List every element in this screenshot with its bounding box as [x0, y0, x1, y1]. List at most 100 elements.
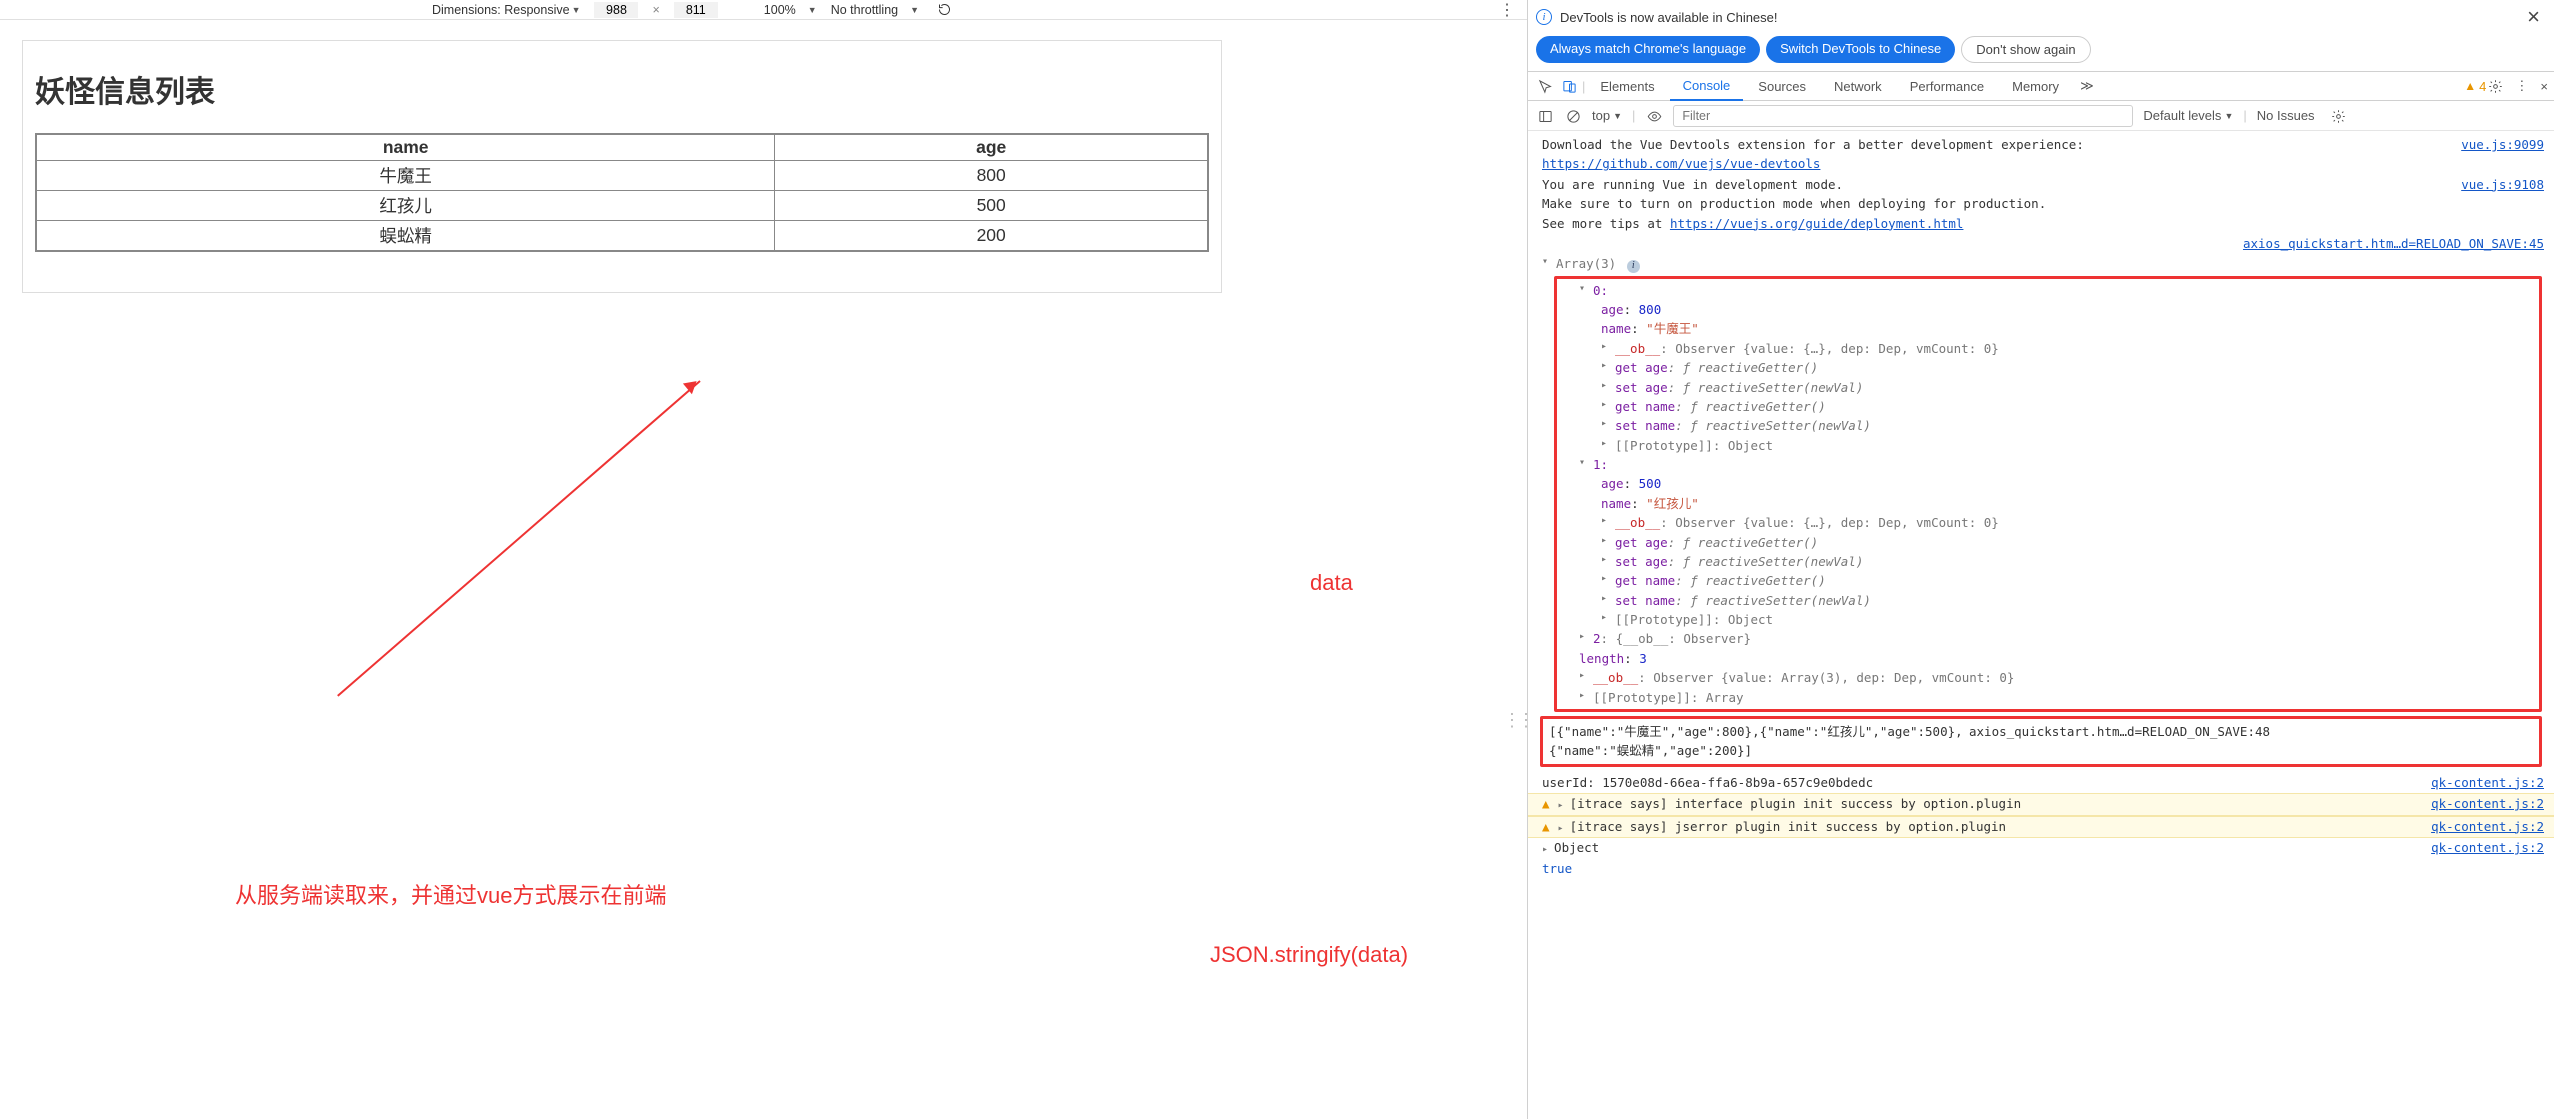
warning-icon: ▲ — [1542, 794, 1550, 814]
tree-node[interactable]: 1: — [1579, 455, 2539, 474]
log-message: true — [1542, 859, 2544, 878]
warning-icon: ▲ — [1542, 817, 1550, 837]
inspect-icon[interactable] — [1534, 78, 1556, 95]
kebab-icon[interactable]: ⋮ — [2515, 78, 2528, 94]
tab-console[interactable]: Console — [1670, 72, 1744, 101]
chevron-down-icon: ▼ — [808, 5, 817, 15]
source-link[interactable]: vue.js:9099 — [2461, 135, 2544, 174]
tree-node[interactable]: [[Prototype]]: Object — [1601, 610, 2539, 629]
chip-switch-chinese[interactable]: Switch DevTools to Chinese — [1766, 36, 1955, 63]
tree-node[interactable]: [[Prototype]]: Object — [1601, 436, 2539, 455]
console-output[interactable]: Download the Vue Devtools extension for … — [1528, 131, 2554, 1119]
info-icon: i — [1627, 260, 1640, 273]
log-link[interactable]: https://vuejs.org/guide/deployment.html — [1670, 216, 1964, 231]
log-message: Download the Vue Devtools extension for … — [1542, 135, 2453, 174]
tree-node[interactable]: get age: ƒ reactiveGetter() — [1601, 533, 2539, 552]
console-toolbar: top▼ | Default levels▼ | No Issues — [1528, 101, 2554, 131]
tabs-overflow-icon[interactable]: ≫ — [2074, 78, 2100, 94]
tree-node[interactable]: 2: {__ob__: Observer} — [1579, 629, 2539, 648]
tree-node[interactable]: set name: ƒ reactiveSetter(newVal) — [1601, 416, 2539, 435]
tab-sources[interactable]: Sources — [1745, 73, 1819, 100]
tree-leaf: name: "红孩儿" — [1601, 494, 2539, 513]
annotation-text: 从服务端读取来，并通过vue方式展示在前端 — [235, 878, 666, 910]
zoom-dropdown[interactable]: 100% — [764, 3, 796, 17]
chevron-down-icon: ▼ — [2224, 111, 2233, 121]
tab-performance[interactable]: Performance — [1897, 73, 1997, 100]
cell-age: 200 — [775, 221, 1208, 252]
tree-node[interactable]: __ob__: Observer {value: Array(3), dep: … — [1579, 668, 2539, 687]
tree-leaf: age: 500 — [1601, 474, 2539, 493]
source-link[interactable]: vue.js:9108 — [2461, 175, 2544, 233]
warning-icon: ▲ — [2464, 79, 2476, 93]
clear-console-icon[interactable] — [1564, 107, 1582, 123]
annotation-text: data — [1310, 570, 1353, 596]
tree-node[interactable]: set name: ƒ reactiveSetter(newVal) — [1601, 591, 2539, 610]
log-levels-dropdown[interactable]: Default levels▼ — [2143, 108, 2233, 123]
device-toggle-icon[interactable] — [1558, 78, 1580, 95]
source-link[interactable]: axios_quickstart.htm…d=RELOAD_ON_SAVE:48 — [1969, 722, 2270, 741]
context-selector[interactable]: top▼ — [1592, 108, 1622, 123]
page-title: 妖怪信息列表 — [35, 67, 1209, 111]
dimension-separator: × — [652, 3, 659, 17]
tab-network[interactable]: Network — [1821, 73, 1895, 100]
chip-dont-show[interactable]: Don't show again — [1961, 36, 2090, 63]
device-toolbar: Dimensions: Responsive ▼ × 100% ▼ No thro… — [0, 0, 1527, 20]
resize-handle-icon[interactable]: ⋮⋮ — [1503, 710, 1531, 731]
tab-elements[interactable]: Elements — [1587, 73, 1667, 100]
cell-name: 蜈蚣精 — [36, 221, 775, 252]
width-input[interactable] — [594, 2, 638, 18]
cell-name: 牛魔王 — [36, 161, 775, 191]
tree-node[interactable]: get name: ƒ reactiveGetter() — [1601, 397, 2539, 416]
tree-node[interactable]: __ob__: Observer {value: {…}, dep: Dep, … — [1601, 339, 2539, 358]
table-row: 牛魔王 800 — [36, 161, 1208, 191]
annotation-arrow — [337, 380, 701, 696]
log-message: Object — [1554, 840, 1599, 855]
source-link[interactable]: qk-content.js:2 — [2431, 838, 2544, 858]
cell-age: 800 — [775, 161, 1208, 191]
rotate-icon[interactable] — [937, 2, 952, 17]
tree-node[interactable]: 0: — [1579, 281, 2539, 300]
source-link[interactable]: qk-content.js:2 — [2431, 817, 2544, 837]
annotation-arrowhead — [683, 376, 701, 394]
log-message: [{"name":"牛魔王","age":800},{"name":"红孩儿",… — [1549, 722, 1969, 761]
tree-node[interactable]: [[Prototype]]: Array — [1579, 688, 2539, 707]
warnings-counter[interactable]: ▲4 — [2464, 79, 2486, 94]
source-link[interactable]: axios_quickstart.htm…d=RELOAD_ON_SAVE:45 — [2243, 234, 2544, 253]
live-expression-icon[interactable] — [1645, 107, 1663, 123]
table-header-age: age — [775, 134, 1208, 161]
tree-node[interactable]: __ob__: Observer {value: {…}, dep: Dep, … — [1601, 513, 2539, 532]
info-text: DevTools is now available in Chinese! — [1560, 10, 1778, 25]
throttling-dropdown[interactable]: No throttling — [831, 3, 898, 17]
tree-leaf: age: 800 — [1601, 300, 2539, 319]
devtools-tabbar: | Elements Console Sources Network Perfo… — [1528, 71, 2554, 101]
dimensions-dropdown[interactable]: Dimensions: Responsive — [432, 3, 570, 17]
chevron-down-icon: ▼ — [572, 5, 581, 15]
tree-node[interactable]: get age: ƒ reactiveGetter() — [1601, 358, 2539, 377]
tree-leaf: name: "牛魔王" — [1601, 319, 2539, 338]
height-input[interactable] — [674, 2, 718, 18]
gear-icon[interactable] — [2488, 78, 2503, 94]
filter-input[interactable] — [1673, 105, 2133, 127]
tab-memory[interactable]: Memory — [1999, 73, 2072, 100]
source-link[interactable]: qk-content.js:2 — [2431, 794, 2544, 814]
chip-always-match[interactable]: Always match Chrome's language — [1536, 36, 1760, 63]
tree-node[interactable]: set age: ƒ reactiveSetter(newVal) — [1601, 552, 2539, 571]
issues-counter[interactable]: No Issues — [2257, 108, 2315, 123]
table-row: 蜈蚣精 200 — [36, 221, 1208, 252]
more-options-icon[interactable]: ⋮ — [1499, 0, 1515, 20]
chevron-down-icon: ▼ — [910, 5, 919, 15]
tree-node[interactable]: Array(3) i — [1542, 254, 2554, 273]
tree-node[interactable]: set age: ƒ reactiveSetter(newVal) — [1601, 378, 2539, 397]
data-table: name age 牛魔王 800 红孩儿 500 蜈蚣精 — [35, 133, 1209, 252]
cell-age: 500 — [775, 191, 1208, 221]
table-row: 红孩儿 500 — [36, 191, 1208, 221]
tree-node[interactable]: get name: ƒ reactiveGetter() — [1601, 571, 2539, 590]
close-devtools-icon[interactable]: × — [2540, 79, 2548, 94]
close-icon[interactable]: × — [2521, 4, 2546, 30]
toggle-sidebar-icon[interactable] — [1536, 107, 1554, 123]
rendered-page: 妖怪信息列表 name age 牛魔王 800 红孩儿 500 — [22, 40, 1222, 293]
source-link[interactable]: qk-content.js:2 — [2431, 773, 2544, 792]
console-settings-icon[interactable] — [2331, 107, 2346, 123]
annotation-text: JSON.stringify(data) — [1210, 942, 1408, 968]
log-link[interactable]: https://github.com/vuejs/vue-devtools — [1542, 156, 1820, 171]
